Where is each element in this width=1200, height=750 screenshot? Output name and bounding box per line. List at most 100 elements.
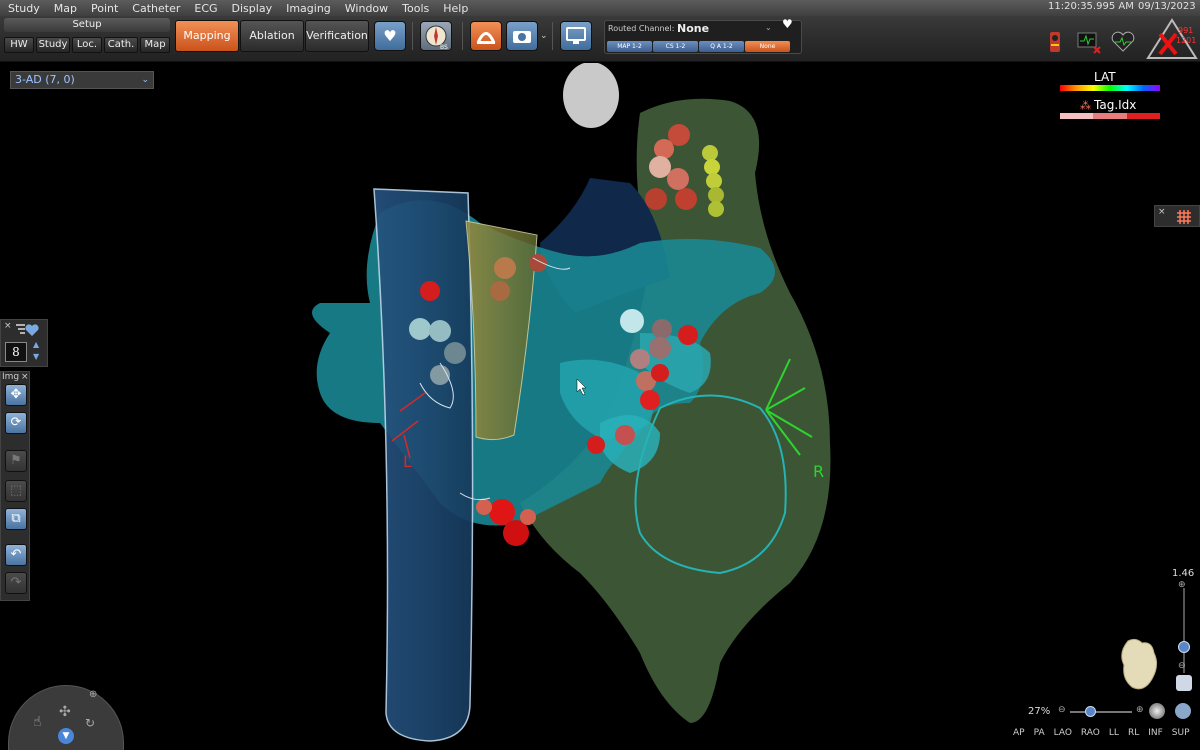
cursor-icon[interactable]: ✣ — [59, 704, 71, 720]
sphere-view-icon[interactable] — [1149, 703, 1165, 719]
menu-point[interactable]: Point — [83, 2, 124, 15]
verification-button[interactable]: Verification — [305, 20, 369, 52]
view-presets: AP PA LAO RAO LL RL INF SUP — [1013, 728, 1190, 738]
setup-hw-button[interactable]: HW — [4, 37, 34, 53]
point-counter-panel: × 8 ▲ ▼ — [0, 319, 48, 367]
img-panel-label: Img — [2, 372, 20, 382]
counter-down-icon[interactable]: ▼ — [33, 352, 39, 361]
view-ll[interactable]: LL — [1109, 728, 1119, 738]
bridge-icon[interactable] — [470, 21, 502, 51]
view-sup[interactable]: SUP — [1172, 728, 1190, 738]
menu-map[interactable]: Map — [46, 2, 83, 15]
camera-dropdown-icon[interactable]: ⌄ — [540, 31, 548, 41]
channel-qa-button[interactable]: Q A 1-2 — [699, 41, 744, 52]
channel-map-button[interactable]: MAP 1-2 — [607, 41, 652, 52]
point-counter-value[interactable]: 8 — [5, 342, 27, 362]
view-rao[interactable]: RAO — [1081, 728, 1100, 738]
setup-label: Setup — [4, 18, 170, 32]
close-icon[interactable]: × — [1158, 207, 1166, 217]
zoom-out-icon[interactable]: ⊖ — [1058, 705, 1066, 715]
rotate-view-icon[interactable]: ↻ — [85, 716, 95, 730]
menu-catheter[interactable]: Catheter — [124, 2, 186, 15]
menu-window[interactable]: Window — [337, 2, 394, 15]
setup-study-button[interactable]: Study — [36, 37, 70, 53]
dial-down-button[interactable]: ▼ — [58, 728, 74, 744]
tag-color-mid — [1093, 113, 1127, 119]
tag-idx-legend-label: Tag.Idx — [1094, 98, 1137, 112]
channel-none-button[interactable]: None — [745, 41, 790, 52]
view-inf[interactable]: INF — [1148, 728, 1163, 738]
tag-color-dark — [1126, 113, 1160, 119]
left-marker-label: L — [403, 452, 412, 471]
status-number-bottom: 1201 — [1176, 36, 1197, 45]
zoom-in-icon[interactable]: ⊕ — [1136, 705, 1144, 715]
chevron-down-icon[interactable]: ⌄ — [765, 23, 772, 32]
zoom-in-icon[interactable]: ⊕ — [89, 689, 97, 700]
menu-tools[interactable]: Tools — [394, 2, 435, 15]
undo-icon[interactable]: ↶ — [5, 544, 27, 566]
tag-tool-panel: × — [1154, 205, 1200, 227]
view-lao[interactable]: LAO — [1054, 728, 1072, 738]
heart-filter-icon[interactable] — [15, 322, 39, 338]
map-selector-value: 3-AD (7, 0) — [15, 73, 75, 86]
camera-icon[interactable] — [506, 21, 538, 51]
monitor-status-icon — [1077, 32, 1101, 54]
close-icon[interactable]: × — [4, 321, 12, 331]
pan-move-icon[interactable]: ✥ — [5, 384, 27, 406]
map-viewport[interactable]: L R 3-AD (7, 0) ⌄ LAT ⁂ Tag.Idx × × 8 ▲ … — [0, 63, 1200, 750]
toolbar: Setup HW Study Loc. Cath. Map Mapping Ab… — [0, 16, 1200, 62]
horizontal-zoom-slider[interactable] — [1070, 711, 1132, 713]
view-pa[interactable]: PA — [1034, 728, 1045, 738]
right-marker-label: R — [813, 462, 825, 481]
menu-help[interactable]: Help — [435, 2, 474, 15]
setup-cath-button[interactable]: Cath. — [104, 37, 138, 53]
redo-icon[interactable]: ↷ — [5, 572, 27, 594]
chevron-down-icon[interactable]: ⌄ — [141, 72, 149, 88]
menu-ecg[interactable]: ECG — [186, 2, 223, 15]
tag-grid-icon[interactable] — [1175, 209, 1193, 225]
zoom-percent: 27% — [1028, 706, 1051, 717]
counter-up-icon[interactable]: ▲ — [33, 340, 39, 349]
status-number-top: 991 — [1178, 26, 1194, 35]
view-rl[interactable]: RL — [1128, 728, 1139, 738]
lat-legend-label: LAT — [1094, 70, 1116, 84]
menu-study[interactable]: Study — [0, 2, 46, 15]
heart-settings-icon[interactable]: ♥ — [782, 17, 793, 31]
select-region-icon[interactable]: ⬚ — [5, 480, 27, 502]
horizontal-zoom-knob[interactable] — [1085, 706, 1096, 717]
toolbar-separator — [412, 22, 413, 50]
tag-color-light — [1060, 113, 1094, 119]
patient-status-icon — [1050, 32, 1060, 52]
mapping-button[interactable]: Mapping — [175, 20, 239, 52]
compass-badge: BS — [440, 44, 448, 51]
reset-view-icon[interactable] — [1175, 703, 1191, 719]
clock-date: 09/13/2023 — [1138, 1, 1196, 12]
heart-orientation-icon[interactable] — [1116, 635, 1162, 697]
zoom-scale-value: 1.46 — [1172, 568, 1195, 579]
layer-toggle-icon[interactable] — [1176, 675, 1192, 691]
routed-channel-label: Routed Channel: — [608, 24, 675, 33]
add-heart-icon[interactable]: ♥ — [374, 21, 406, 51]
channel-cs-button[interactable]: CS 1-2 — [653, 41, 698, 52]
view-ap[interactable]: AP — [1013, 728, 1025, 738]
zoom-minus-icon[interactable]: ⊖ — [1178, 661, 1186, 671]
map-selector[interactable]: 3-AD (7, 0) ⌄ — [10, 71, 154, 89]
setup-map-button[interactable]: Map — [140, 37, 170, 53]
routed-channel-value[interactable]: None — [677, 22, 709, 35]
clock-time: 11:20:35.995 AM — [1048, 1, 1134, 12]
ablation-button[interactable]: Ablation — [240, 20, 304, 52]
flag-icon[interactable]: ⚑ — [5, 450, 27, 472]
heart-3d-model[interactable] — [0, 63, 1200, 750]
image-tools-panel: Img × ✥ ⟳ ⚑ ⬚ ⧉ ↶ ↷ — [0, 371, 30, 601]
close-icon[interactable]: × — [21, 372, 29, 382]
rotate-icon[interactable]: ⟳ — [5, 412, 27, 434]
setup-loc-button[interactable]: Loc. — [72, 37, 102, 53]
tag-icon: ⁂ — [1080, 99, 1091, 112]
vertical-zoom-knob[interactable] — [1178, 641, 1190, 653]
display-monitor-icon[interactable] — [560, 21, 592, 51]
hand-icon[interactable]: ☝ — [33, 714, 42, 730]
lat-color-bar — [1060, 85, 1160, 91]
layers-icon[interactable]: ⧉ — [5, 508, 27, 530]
menu-imaging[interactable]: Imaging — [278, 2, 337, 15]
menu-display[interactable]: Display — [224, 2, 279, 15]
